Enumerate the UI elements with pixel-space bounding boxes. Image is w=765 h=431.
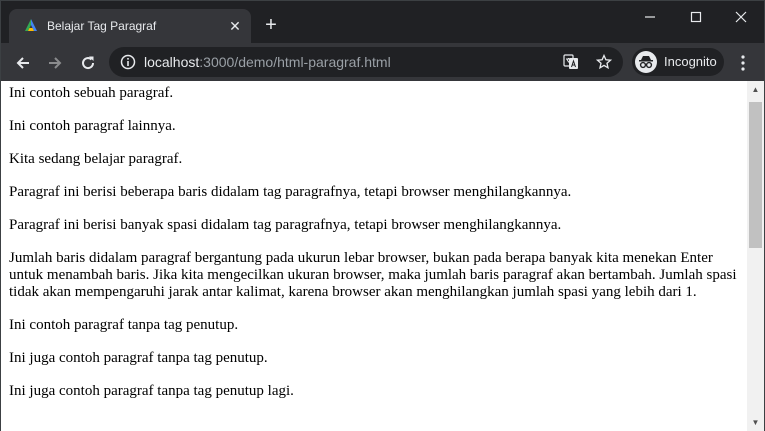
paragraph: Ini contoh paragraf lainnya.	[9, 118, 176, 134]
scroll-thumb[interactable]	[749, 102, 762, 248]
toolbar: localhost:3000/demo/html-paragraf.html I…	[1, 43, 764, 81]
favicon-icon	[25, 19, 37, 31]
scroll-up-arrow-icon[interactable]: ▲	[747, 81, 764, 98]
vertical-scrollbar[interactable]: ▲ ▼	[747, 81, 764, 431]
tab-active[interactable]: Belajar Tag Paragraf ✕	[9, 9, 251, 43]
browser-window: Belajar Tag Paragraf ✕ + localhost:3000/…	[0, 0, 765, 431]
kebab-menu-icon[interactable]	[734, 52, 752, 72]
translate-icon[interactable]	[563, 54, 579, 70]
plus-icon[interactable]: +	[262, 15, 280, 35]
url-path: :3000/demo/html-paragraf.html	[199, 54, 391, 70]
paragraph: Paragraf ini berisi beberapa baris didal…	[9, 184, 572, 200]
paragraph: Jumlah baris didalam paragraf bergantung…	[9, 250, 737, 300]
incognito-icon	[635, 51, 657, 73]
paragraph: Kita sedang belajar paragraf.	[9, 151, 183, 167]
incognito-badge[interactable]: Incognito	[632, 48, 724, 76]
incognito-label: Incognito	[664, 54, 717, 69]
paragraph: Ini contoh sebuah paragraf.	[9, 85, 174, 101]
address-bar[interactable]: localhost:3000/demo/html-paragraf.html	[109, 47, 623, 77]
maximize-icon[interactable]	[673, 1, 719, 31]
minimize-icon[interactable]	[627, 1, 673, 31]
window-close-icon[interactable]	[718, 1, 764, 31]
paragraph: Paragraf ini berisi banyak spasi didalam…	[9, 217, 562, 233]
star-icon[interactable]	[595, 52, 613, 70]
url-text[interactable]: localhost:3000/demo/html-paragraf.html	[144, 54, 391, 70]
page-viewport: Ini contoh sebuah paragraf. Ini contoh p…	[1, 81, 764, 431]
back-arrow-icon[interactable]	[11, 50, 35, 74]
paragraph: Ini juga contoh paragraf tanpa tag penut…	[9, 383, 294, 399]
info-icon[interactable]	[120, 54, 136, 70]
reload-icon[interactable]	[76, 50, 100, 74]
page-content: Ini contoh sebuah paragraf. Ini contoh p…	[9, 81, 739, 416]
close-icon[interactable]: ✕	[227, 18, 243, 34]
tab-title: Belajar Tag Paragraf	[47, 19, 157, 33]
scroll-down-arrow-icon[interactable]: ▼	[747, 414, 764, 431]
forward-arrow-icon[interactable]	[43, 50, 67, 74]
paragraph: Ini juga contoh paragraf tanpa tag penut…	[9, 350, 268, 366]
paragraph: Ini contoh paragraf tanpa tag penutup.	[9, 317, 239, 333]
tab-strip: Belajar Tag Paragraf ✕ +	[1, 1, 764, 43]
url-host: localhost	[144, 54, 200, 70]
